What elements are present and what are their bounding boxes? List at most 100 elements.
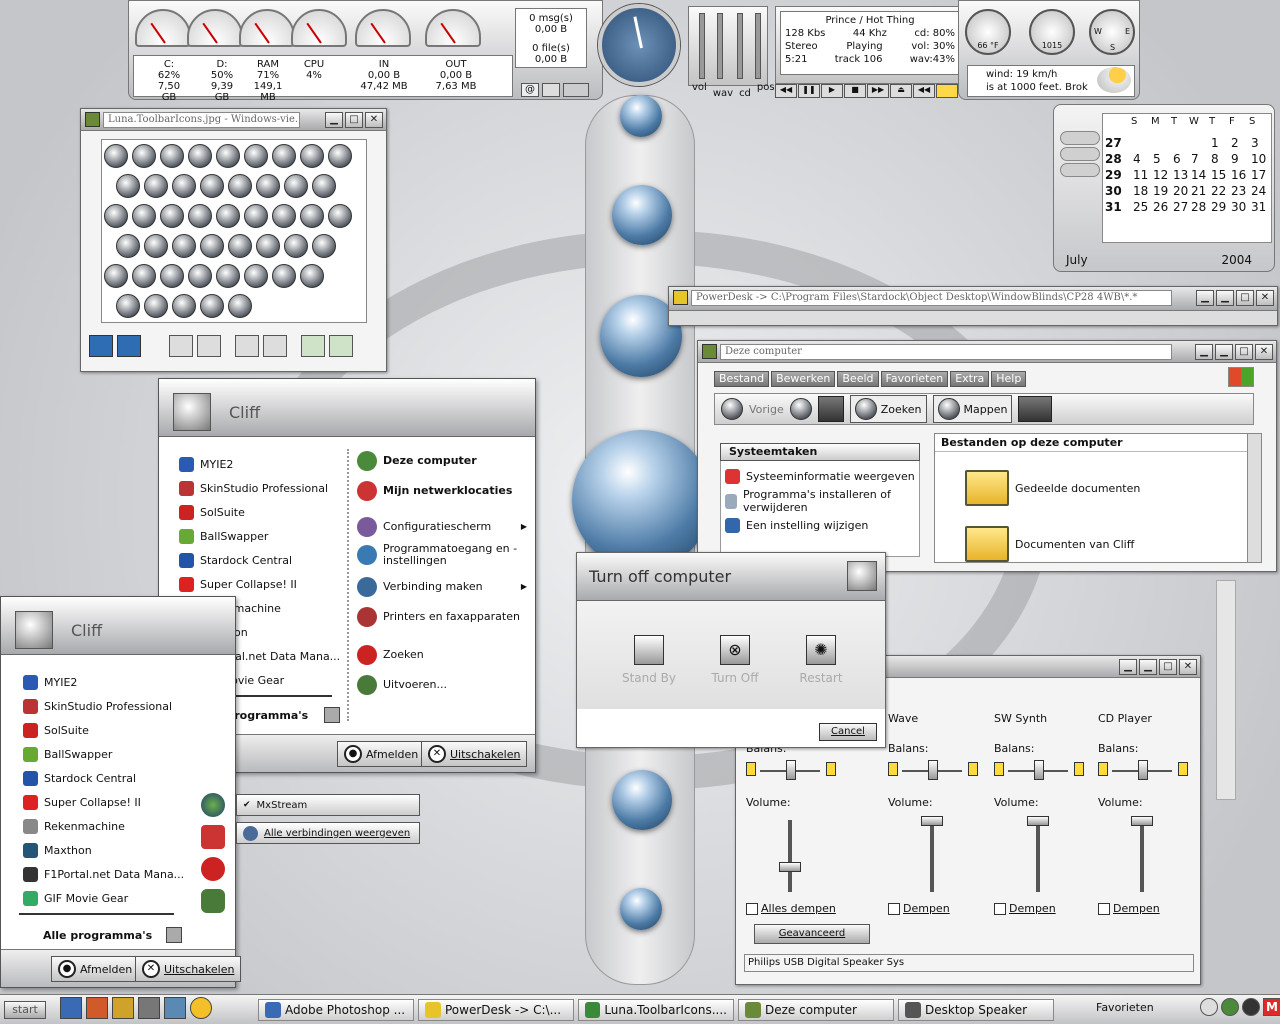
luna-close-button[interactable]: ✕: [365, 112, 383, 128]
mc-restore-button[interactable]: ▁: [1215, 344, 1233, 360]
rotate-right-icon[interactable]: [329, 335, 353, 357]
pause-icon[interactable]: ❚❚: [798, 84, 820, 98]
program-item[interactable]: Rekenmachine: [23, 819, 125, 834]
start-right-item[interactable]: Verbinding maken ▶: [357, 577, 527, 597]
calendar-day[interactable]: 30: [1231, 200, 1246, 214]
program-item[interactable]: F1Portal.net Data Mana...: [23, 867, 184, 882]
balance-slider[interactable]: [1034, 760, 1044, 780]
back-icon[interactable]: [721, 398, 743, 420]
mc-close-button[interactable]: ✕: [1255, 344, 1273, 360]
mc-minimize-button[interactable]: ▁: [1195, 344, 1213, 360]
rewind-icon[interactable]: ◀◀: [913, 84, 935, 98]
taskbar-task[interactable]: PowerDesk -> C:\...: [418, 999, 574, 1021]
calendar-day[interactable]: 23: [1231, 184, 1246, 198]
zoom-out-icon[interactable]: [263, 335, 287, 357]
shared-docs-item[interactable]: Gedeelde documenten: [1015, 482, 1140, 495]
calendar-day[interactable]: 31: [1251, 200, 1266, 214]
calendar-day[interactable]: 28: [1191, 200, 1206, 214]
tools-icon[interactable]: [563, 83, 589, 97]
tray-icon-1[interactable]: [1200, 998, 1218, 1016]
light-icon[interactable]: [936, 84, 958, 98]
program-item[interactable]: Maxthon: [23, 843, 92, 858]
powerdesk-restore-button[interactable]: ▁: [1216, 290, 1234, 306]
powerdesk-close-button[interactable]: ✕: [1256, 290, 1274, 306]
search-button[interactable]: Zoeken: [849, 395, 927, 423]
calendar-day[interactable]: 10: [1251, 152, 1266, 166]
taskbar-task[interactable]: Deze computer: [738, 999, 894, 1021]
start-right-item[interactable]: Uitvoeren...: [357, 675, 527, 695]
calendar-day[interactable]: 5: [1153, 152, 1161, 166]
task-install[interactable]: Programma's installeren of verwijderen: [743, 488, 915, 514]
cliff-docs-item[interactable]: Documenten van Cliff: [1015, 538, 1134, 551]
start-right-item[interactable]: Printers en faxapparaten: [357, 607, 527, 627]
standby-option[interactable]: Stand By: [619, 635, 679, 685]
luna-titlebar[interactable]: Luna.ToolbarIcons.jpg - Windows-vie... ▁…: [81, 109, 386, 131]
vol-restore-button[interactable]: ▁: [1139, 659, 1157, 675]
program-item[interactable]: MYIE2: [23, 675, 77, 690]
program-item[interactable]: BallSwapper: [23, 747, 112, 762]
calendar-day[interactable]: 13: [1173, 168, 1188, 182]
calendar-day[interactable]: 27: [1173, 200, 1188, 214]
calendar-day[interactable]: 19: [1153, 184, 1168, 198]
calendar-day[interactable]: 24: [1251, 184, 1266, 198]
mc-maximize-button[interactable]: □: [1235, 344, 1253, 360]
program-item[interactable]: GIF Movie Gear: [23, 891, 128, 906]
program-item[interactable]: Stardock Central: [23, 771, 136, 786]
logoff-button-2[interactable]: ● Afmelden: [51, 956, 140, 982]
submenu-all-connections[interactable]: Alle verbindingen weergeven: [236, 822, 420, 844]
start-right-item[interactable]: Configuratiescherm ▶: [357, 517, 527, 537]
volume-slider[interactable]: [921, 816, 943, 826]
calendar-day[interactable]: 25: [1133, 200, 1148, 214]
folders-button[interactable]: Mappen: [932, 395, 1013, 423]
task-sysinfo[interactable]: Systeeminformatie weergeven: [746, 470, 915, 483]
maxthon-tray-icon[interactable]: M: [1263, 998, 1280, 1016]
logoff-button[interactable]: ● Afmelden: [337, 741, 426, 767]
calendar-day[interactable]: 22: [1211, 184, 1226, 198]
calendar-day[interactable]: 17: [1251, 168, 1266, 182]
messenger-icon[interactable]: [190, 997, 212, 1019]
play-icon[interactable]: ▶: [821, 84, 843, 98]
program-item[interactable]: SolSuite: [23, 723, 89, 738]
powerdesk-minimize-button[interactable]: ▁: [1196, 290, 1214, 306]
zoom-in-icon[interactable]: [235, 335, 259, 357]
calendar-day[interactable]: 6: [1173, 152, 1181, 166]
tray-icon-3[interactable]: [1242, 998, 1260, 1016]
submenu-mxstream[interactable]: ✔ MxStream: [236, 794, 420, 816]
menu-favorieten[interactable]: Favorieten: [880, 371, 949, 387]
right-scrollbar[interactable]: [1216, 580, 1236, 800]
powerdesk-titlebar[interactable]: PowerDesk -> C:\Program Files\Stardock\O…: [669, 287, 1277, 311]
volume-slider[interactable]: [779, 862, 801, 872]
start-right-item[interactable]: Zoeken: [357, 645, 527, 665]
program-item[interactable]: MYIE2: [179, 457, 233, 472]
prev-image-icon[interactable]: [89, 335, 113, 357]
start-right-item[interactable]: Programmatoegang en -instellingen: [357, 543, 527, 567]
files-scrollbar[interactable]: [1247, 434, 1261, 562]
program-item[interactable]: Stardock Central: [179, 553, 292, 568]
calendar-day[interactable]: 14: [1191, 168, 1206, 182]
task-settings[interactable]: Een instelling wijzigen: [746, 519, 868, 532]
start-right-item[interactable]: Deze computer: [357, 451, 527, 471]
menu-bestand[interactable]: Bestand: [714, 371, 770, 387]
rotate-left-icon[interactable]: [301, 335, 325, 357]
tasks-title[interactable]: Systeemtaken: [720, 443, 920, 461]
balance-slider[interactable]: [928, 760, 938, 780]
ie-icon[interactable]: [60, 997, 82, 1019]
menu-extra[interactable]: Extra: [950, 371, 990, 387]
luna-maximize-button[interactable]: □: [345, 112, 363, 128]
taskbar-task[interactable]: Adobe Photoshop ...: [258, 999, 414, 1021]
settings-icon[interactable]: [542, 83, 560, 97]
calendar-day[interactable]: 1: [1211, 136, 1219, 150]
prev-icon[interactable]: ◀◀: [775, 84, 797, 98]
turnoff-cancel-button[interactable]: Cancel: [819, 723, 877, 741]
powerdesk-maximize-button[interactable]: □: [1236, 290, 1254, 306]
calendar-day[interactable]: 11: [1133, 168, 1148, 182]
next-image-icon[interactable]: [117, 335, 141, 357]
menu-help[interactable]: Help: [991, 371, 1027, 387]
mixer-sliders[interactable]: [688, 6, 768, 86]
program-item[interactable]: BallSwapper: [179, 529, 268, 544]
next-icon[interactable]: ▶▶: [867, 84, 889, 98]
balance-slider[interactable]: [1138, 760, 1148, 780]
calendar-day[interactable]: 4: [1133, 152, 1141, 166]
turn-off-option[interactable]: ⊗ Turn Off: [705, 635, 765, 685]
restart-option[interactable]: ✺ Restart: [791, 635, 851, 685]
